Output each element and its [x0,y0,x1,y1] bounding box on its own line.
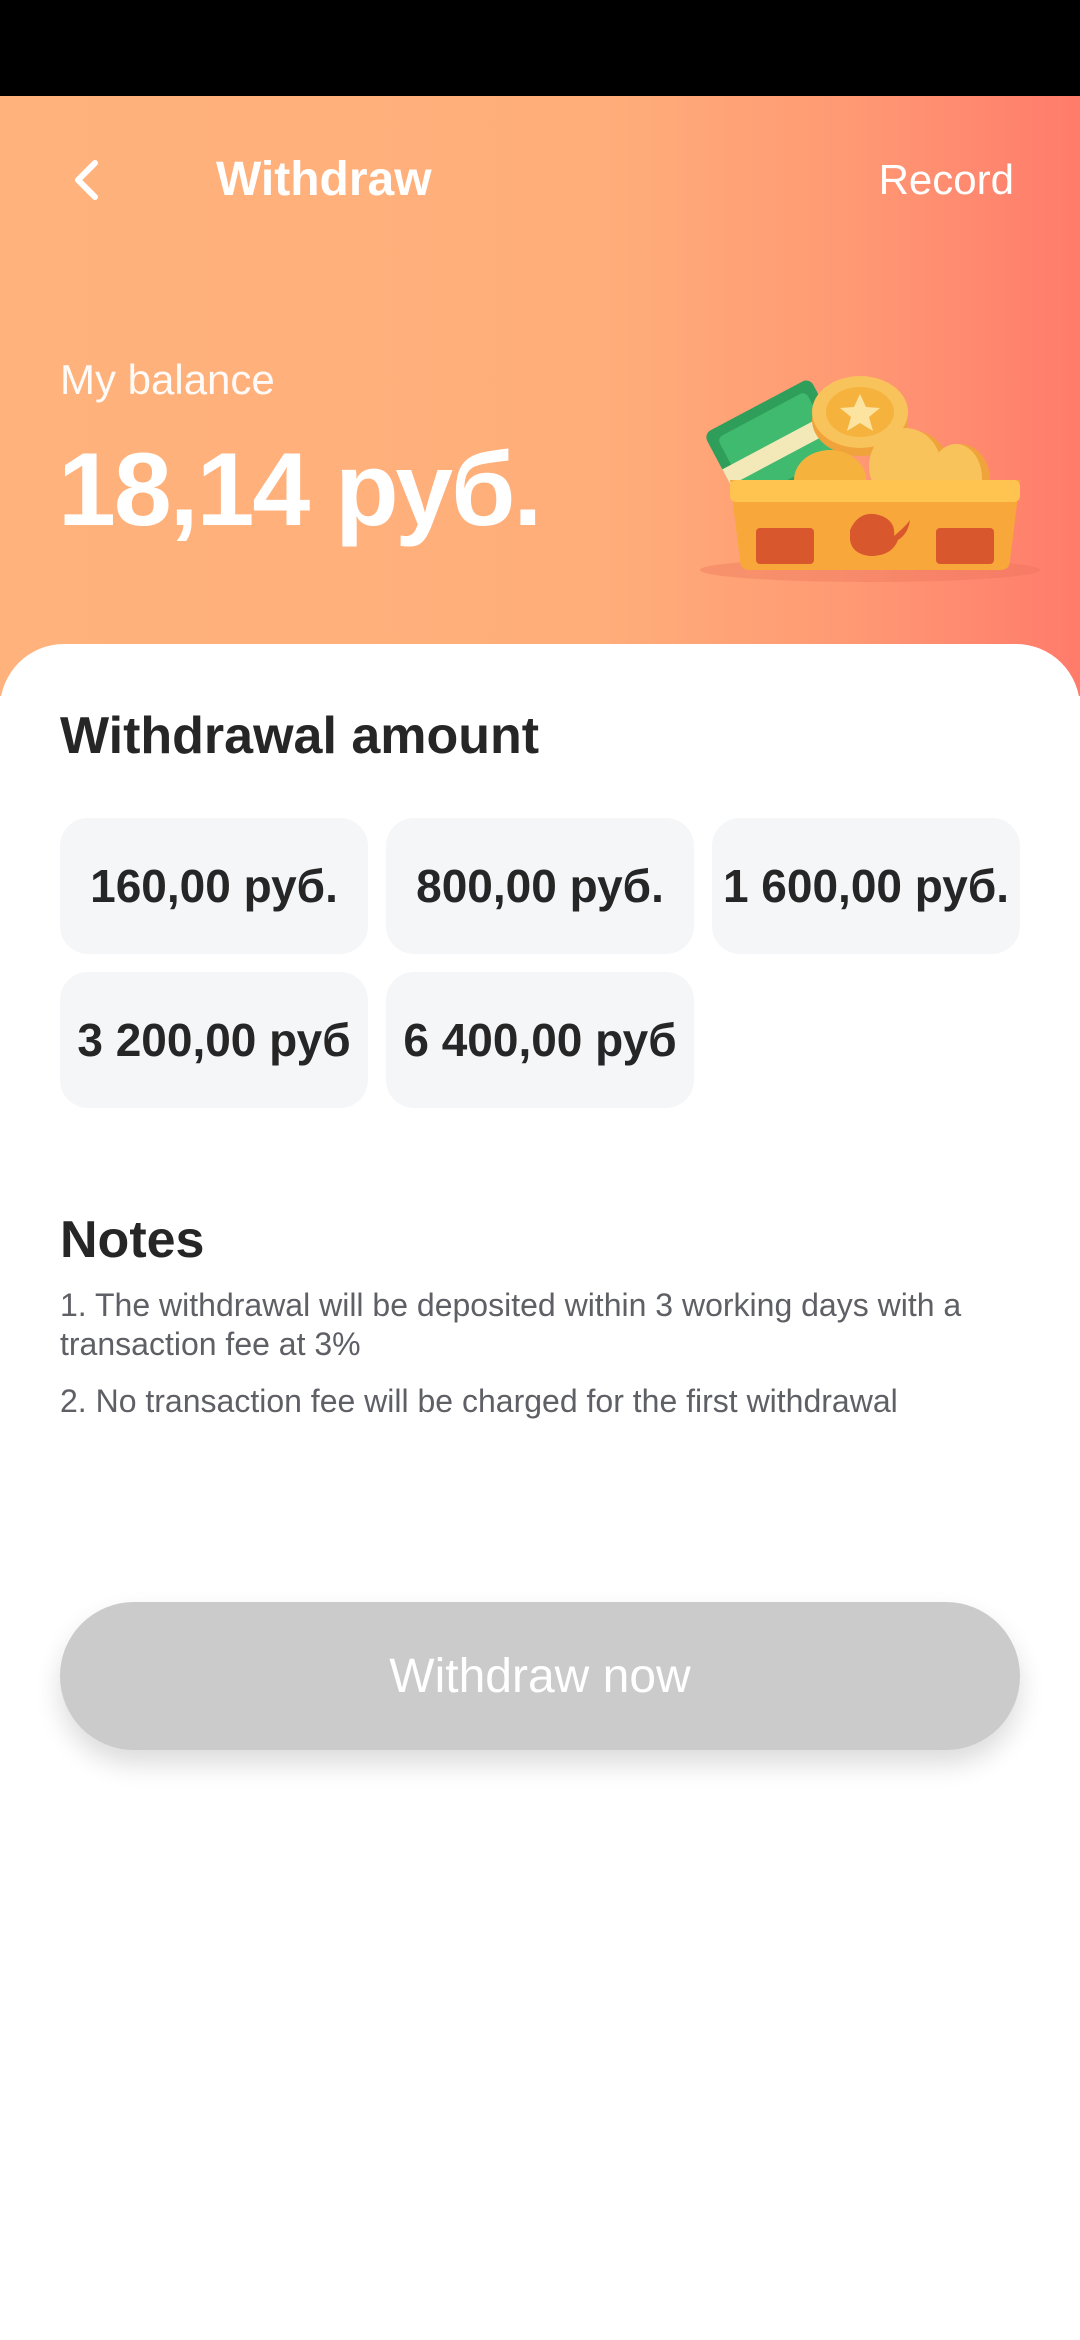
notes-title: Notes [60,1211,205,1269]
amount-option[interactable]: 3 200,00 руб [60,972,368,1108]
page-title: Withdraw [216,153,432,206]
amount-option[interactable]: 1 600,00 руб. [712,818,1020,954]
amount-option[interactable]: 6 400,00 руб [386,972,694,1108]
amount-option[interactable]: 160,00 руб. [60,818,368,954]
amount-option[interactable]: 800,00 руб. [386,818,694,954]
withdraw-now-button[interactable]: Withdraw now [60,1602,1020,1750]
status-bar [0,0,1080,96]
note-item: 2. No transaction fee will be charged fo… [60,1383,898,1419]
balance-label: My balance [60,356,275,403]
chevron-left-icon [75,160,98,200]
note-item: 1. The withdrawal will be deposited with… [60,1287,962,1362]
back-button[interactable] [56,150,116,210]
treasure-chest-icon [700,376,1040,582]
record-link[interactable]: Record [879,150,1014,210]
withdrawal-amount-title: Withdrawal amount [60,707,540,765]
balance-value: 18,14 руб. [58,432,542,548]
